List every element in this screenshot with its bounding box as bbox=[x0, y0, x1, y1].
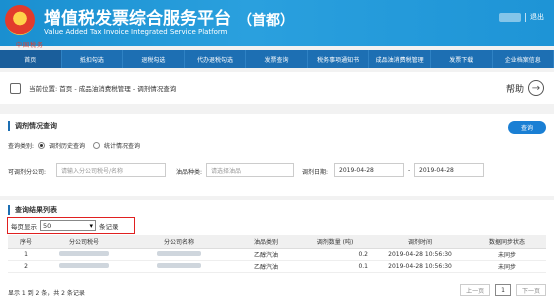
tax-emblem-logo bbox=[5, 5, 35, 35]
company-label: 可调剂分公司: bbox=[8, 169, 47, 176]
per-page-select[interactable]: 50 ▾ bbox=[40, 220, 96, 231]
help-button[interactable]: 帮助 → bbox=[506, 80, 544, 96]
row-status: 未同步 bbox=[468, 260, 546, 273]
stats-query-radio[interactable] bbox=[93, 142, 101, 149]
col-header-no: 序号 bbox=[8, 235, 44, 249]
breadcrumb: 当前位置: 首页 - 成品油消费税管理 - 调剂情况查询 bbox=[29, 85, 177, 93]
app-header: 增值税发票综合服务平台 Value Added Tax Invoice Inte… bbox=[0, 0, 554, 49]
table-row[interactable]: 1 乙醇汽油 0.2 2019-04-28 10:56:30 未同步 bbox=[8, 248, 546, 261]
date-to-input[interactable]: 2019-04-28 bbox=[414, 163, 484, 177]
col-header-quantity: 调剂数量 (吨) bbox=[298, 235, 372, 249]
prev-page-button[interactable]: 上一页 bbox=[460, 284, 491, 296]
header-user-area: 退出 bbox=[499, 12, 544, 22]
row-no: 2 bbox=[8, 260, 44, 273]
stats-query-label: 统计情况查询 bbox=[104, 143, 141, 150]
pagination-summary: 显示 1 到 2 条，共 2 条记录 bbox=[8, 290, 85, 297]
nav-item-invoice-query[interactable]: 发票查询 bbox=[246, 50, 308, 68]
breadcrumb-bar: 当前位置: 首页 - 成品油消费税管理 - 调剂情况查询 帮助 → bbox=[0, 72, 554, 104]
history-query-radio[interactable] bbox=[38, 142, 46, 149]
table-row[interactable]: 2 乙醇汽油 0.1 2019-04-28 10:56:30 未同步 bbox=[8, 260, 546, 273]
company-search-input[interactable]: 请输入分公司税号/名称 bbox=[56, 163, 166, 177]
oil-type-select[interactable]: 请选择油品 bbox=[206, 163, 294, 177]
nav-item-deduction[interactable]: 抵扣勾选 bbox=[62, 50, 124, 68]
arrow-right-circle-icon: → bbox=[528, 80, 544, 96]
col-header-company-name: 分公司名称 bbox=[124, 235, 234, 249]
col-header-time: 调剂时间 bbox=[372, 235, 468, 249]
history-query-label: 调剂历史查询 bbox=[49, 143, 86, 150]
query-button[interactable]: 查询 bbox=[508, 121, 546, 134]
nav-item-invoice-download[interactable]: 发票下载 bbox=[431, 50, 493, 68]
row-quantity: 0.1 bbox=[298, 260, 372, 273]
row-tax-id-redacted bbox=[44, 248, 124, 261]
nav-item-home[interactable]: 首页 bbox=[0, 50, 62, 68]
col-header-oil-category: 油品类别 bbox=[234, 235, 298, 249]
date-label: 调剂日期: bbox=[302, 169, 329, 176]
header-divider bbox=[525, 12, 526, 22]
row-company-redacted bbox=[124, 248, 234, 261]
per-page-value: 50 bbox=[43, 221, 52, 230]
nav-item-oil-tax[interactable]: 成品油消费税管理 bbox=[369, 50, 431, 68]
date-separator: - bbox=[408, 167, 411, 174]
pagination: 上一页 1 下一页 bbox=[460, 284, 546, 296]
col-header-sync-status: 数据同步状态 bbox=[468, 235, 546, 249]
results-table: 序号 分公司税号 分公司名称 油品类别 调剂数量 (吨) 调剂时间 数据同步状态… bbox=[8, 235, 546, 273]
platform-subtitle: Value Added Tax Invoice Integrated Servi… bbox=[44, 28, 228, 36]
row-time: 2019-04-28 10:56:30 bbox=[372, 260, 468, 273]
nav-item-refund[interactable]: 退税勾选 bbox=[123, 50, 185, 68]
per-page-label: 每页显示 bbox=[11, 222, 37, 231]
next-page-button[interactable]: 下一页 bbox=[515, 284, 546, 296]
table-header-row: 序号 分公司税号 分公司名称 油品类别 调剂数量 (吨) 调剂时间 数据同步状态 bbox=[8, 235, 546, 249]
result-panel: 查询结果列表 每页显示 50 ▾ 条记录 序号 分公司税号 分公司名称 油品类别… bbox=[0, 200, 554, 306]
username-redacted bbox=[499, 12, 521, 22]
query-panel: 调剂情况查询 查询 查询类别: 调剂历史查询 统计情况查询 可调剂分公司: 请输… bbox=[0, 114, 554, 196]
nav-item-notices[interactable]: 税务事项通知书 bbox=[308, 50, 370, 68]
main-nav: 首页 抵扣勾选 退税勾选 代办退税勾选 发票查询 税务事项通知书 成品油消费税管… bbox=[0, 50, 554, 68]
location-icon bbox=[10, 82, 21, 94]
nav-item-company-info[interactable]: 企业档案信息 bbox=[493, 50, 554, 68]
row-category: 乙醇汽油 bbox=[234, 260, 298, 273]
row-tax-id-redacted bbox=[44, 260, 124, 273]
per-page-suffix: 条记录 bbox=[99, 222, 119, 231]
oil-type-label: 油品种类: bbox=[176, 169, 203, 176]
query-panel-title: 调剂情况查询 bbox=[8, 121, 57, 131]
row-status: 未同步 bbox=[468, 248, 546, 261]
row-time: 2019-04-28 10:56:30 bbox=[372, 248, 468, 261]
page-size-control: 每页显示 50 ▾ 条记录 bbox=[7, 217, 135, 234]
query-type-row: 查询类别: 调剂历史查询 统计情况查询 bbox=[8, 141, 140, 150]
current-page-button[interactable]: 1 bbox=[495, 284, 511, 296]
row-no: 1 bbox=[8, 248, 44, 261]
help-label: 帮助 bbox=[505, 84, 524, 95]
logout-link[interactable]: 退出 bbox=[530, 12, 544, 22]
chevron-down-icon: ▾ bbox=[89, 221, 93, 230]
platform-title: 增值税发票综合服务平台 bbox=[44, 9, 231, 29]
query-type-label: 查询类别: bbox=[8, 143, 35, 150]
result-panel-title: 查询结果列表 bbox=[8, 205, 57, 215]
region-label: （首都） bbox=[238, 13, 294, 29]
row-category: 乙醇汽油 bbox=[234, 248, 298, 261]
col-header-tax-id: 分公司税号 bbox=[44, 235, 124, 249]
nav-item-agent-refund[interactable]: 代办退税勾选 bbox=[185, 50, 247, 68]
row-company-redacted bbox=[124, 260, 234, 273]
logo-wordmark: 中国税务 bbox=[16, 42, 45, 49]
date-from-input[interactable]: 2019-04-28 bbox=[334, 163, 404, 177]
row-quantity: 0.2 bbox=[298, 248, 372, 261]
